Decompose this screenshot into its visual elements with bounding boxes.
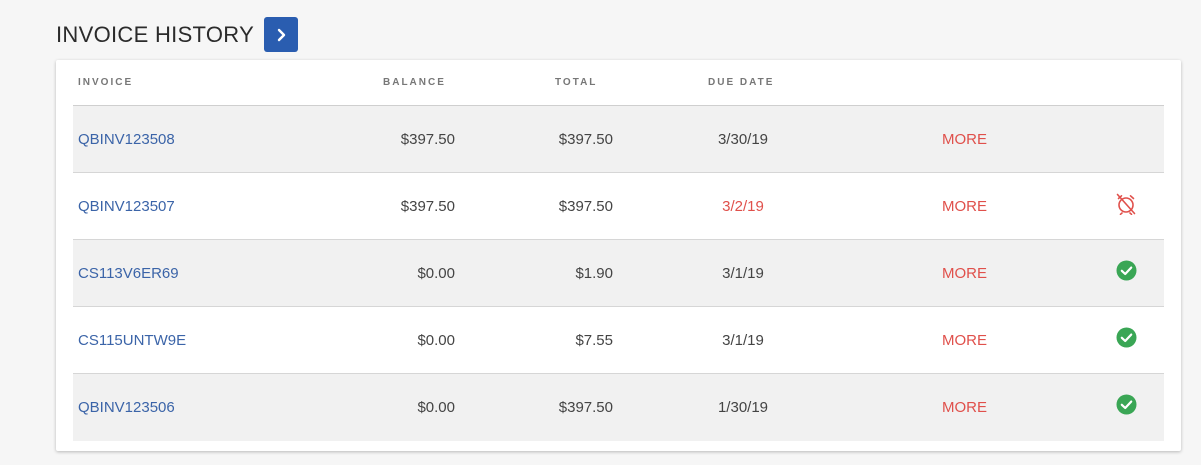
- due-date-value: 3/1/19: [722, 265, 764, 282]
- status-cell: [1114, 304, 1138, 371]
- column-header-invoice: INVOICE: [78, 77, 134, 88]
- total-value: $397.50: [558, 399, 613, 416]
- table-row: QBINV123506 $0.00 $397.50 1/30/19 MORE: [73, 374, 1164, 441]
- section-header: INVOICE HISTORY: [56, 17, 299, 52]
- due-date-value: 3/1/19: [722, 332, 764, 349]
- status-cell: [1114, 103, 1138, 170]
- due-date-value: 3/30/19: [717, 131, 769, 148]
- invoice-table: INVOICE BALANCE TOTAL DUE DATE QBINV1235…: [73, 60, 1164, 441]
- status-cell: [1114, 237, 1138, 304]
- more-link[interactable]: MORE: [942, 240, 987, 307]
- chevron-right-icon: [277, 28, 286, 41]
- page-title: INVOICE HISTORY: [56, 21, 255, 47]
- table-row: QBINV123508 $397.50 $397.50 3/30/19 MORE: [73, 106, 1164, 173]
- column-header-balance: BALANCE: [383, 77, 446, 88]
- table-row: CS115UNTW9E $0.00 $7.55 3/1/19 MORE: [73, 307, 1164, 374]
- paid-check-icon: [1116, 327, 1136, 348]
- total-value: $397.50: [558, 198, 613, 215]
- total-value: $1.90: [575, 265, 613, 282]
- paid-check-icon: [1116, 260, 1136, 281]
- paid-check-icon: [1116, 394, 1136, 415]
- status-cell: [1114, 371, 1138, 438]
- table-row: CS113V6ER69 $0.00 $1.90 3/1/19 MORE: [73, 240, 1164, 307]
- more-link[interactable]: MORE: [942, 173, 987, 240]
- status-cell: [1114, 170, 1138, 237]
- invoice-history-card: INVOICE BALANCE TOTAL DUE DATE QBINV1235…: [56, 60, 1181, 451]
- total-value: $7.55: [575, 332, 613, 349]
- more-link[interactable]: MORE: [942, 307, 987, 374]
- more-link[interactable]: MORE: [942, 106, 987, 173]
- expand-history-button[interactable]: [264, 17, 299, 52]
- total-value: $397.50: [558, 131, 613, 148]
- table-body: QBINV123508 $397.50 $397.50 3/30/19 MORE QBIN…: [73, 106, 1164, 441]
- table-row: QBINV123507 $397.50 $397.50 3/2/19 MORE: [73, 173, 1164, 240]
- column-header-due-date: DUE DATE: [708, 77, 775, 88]
- overdue-alarm-icon: [1116, 193, 1136, 215]
- column-header-total: TOTAL: [555, 77, 598, 88]
- due-date-value: 3/2/19: [722, 198, 764, 215]
- more-link[interactable]: MORE: [942, 374, 987, 441]
- table-header: INVOICE BALANCE TOTAL DUE DATE: [73, 60, 1164, 106]
- due-date-value: 1/30/19: [717, 399, 769, 416]
